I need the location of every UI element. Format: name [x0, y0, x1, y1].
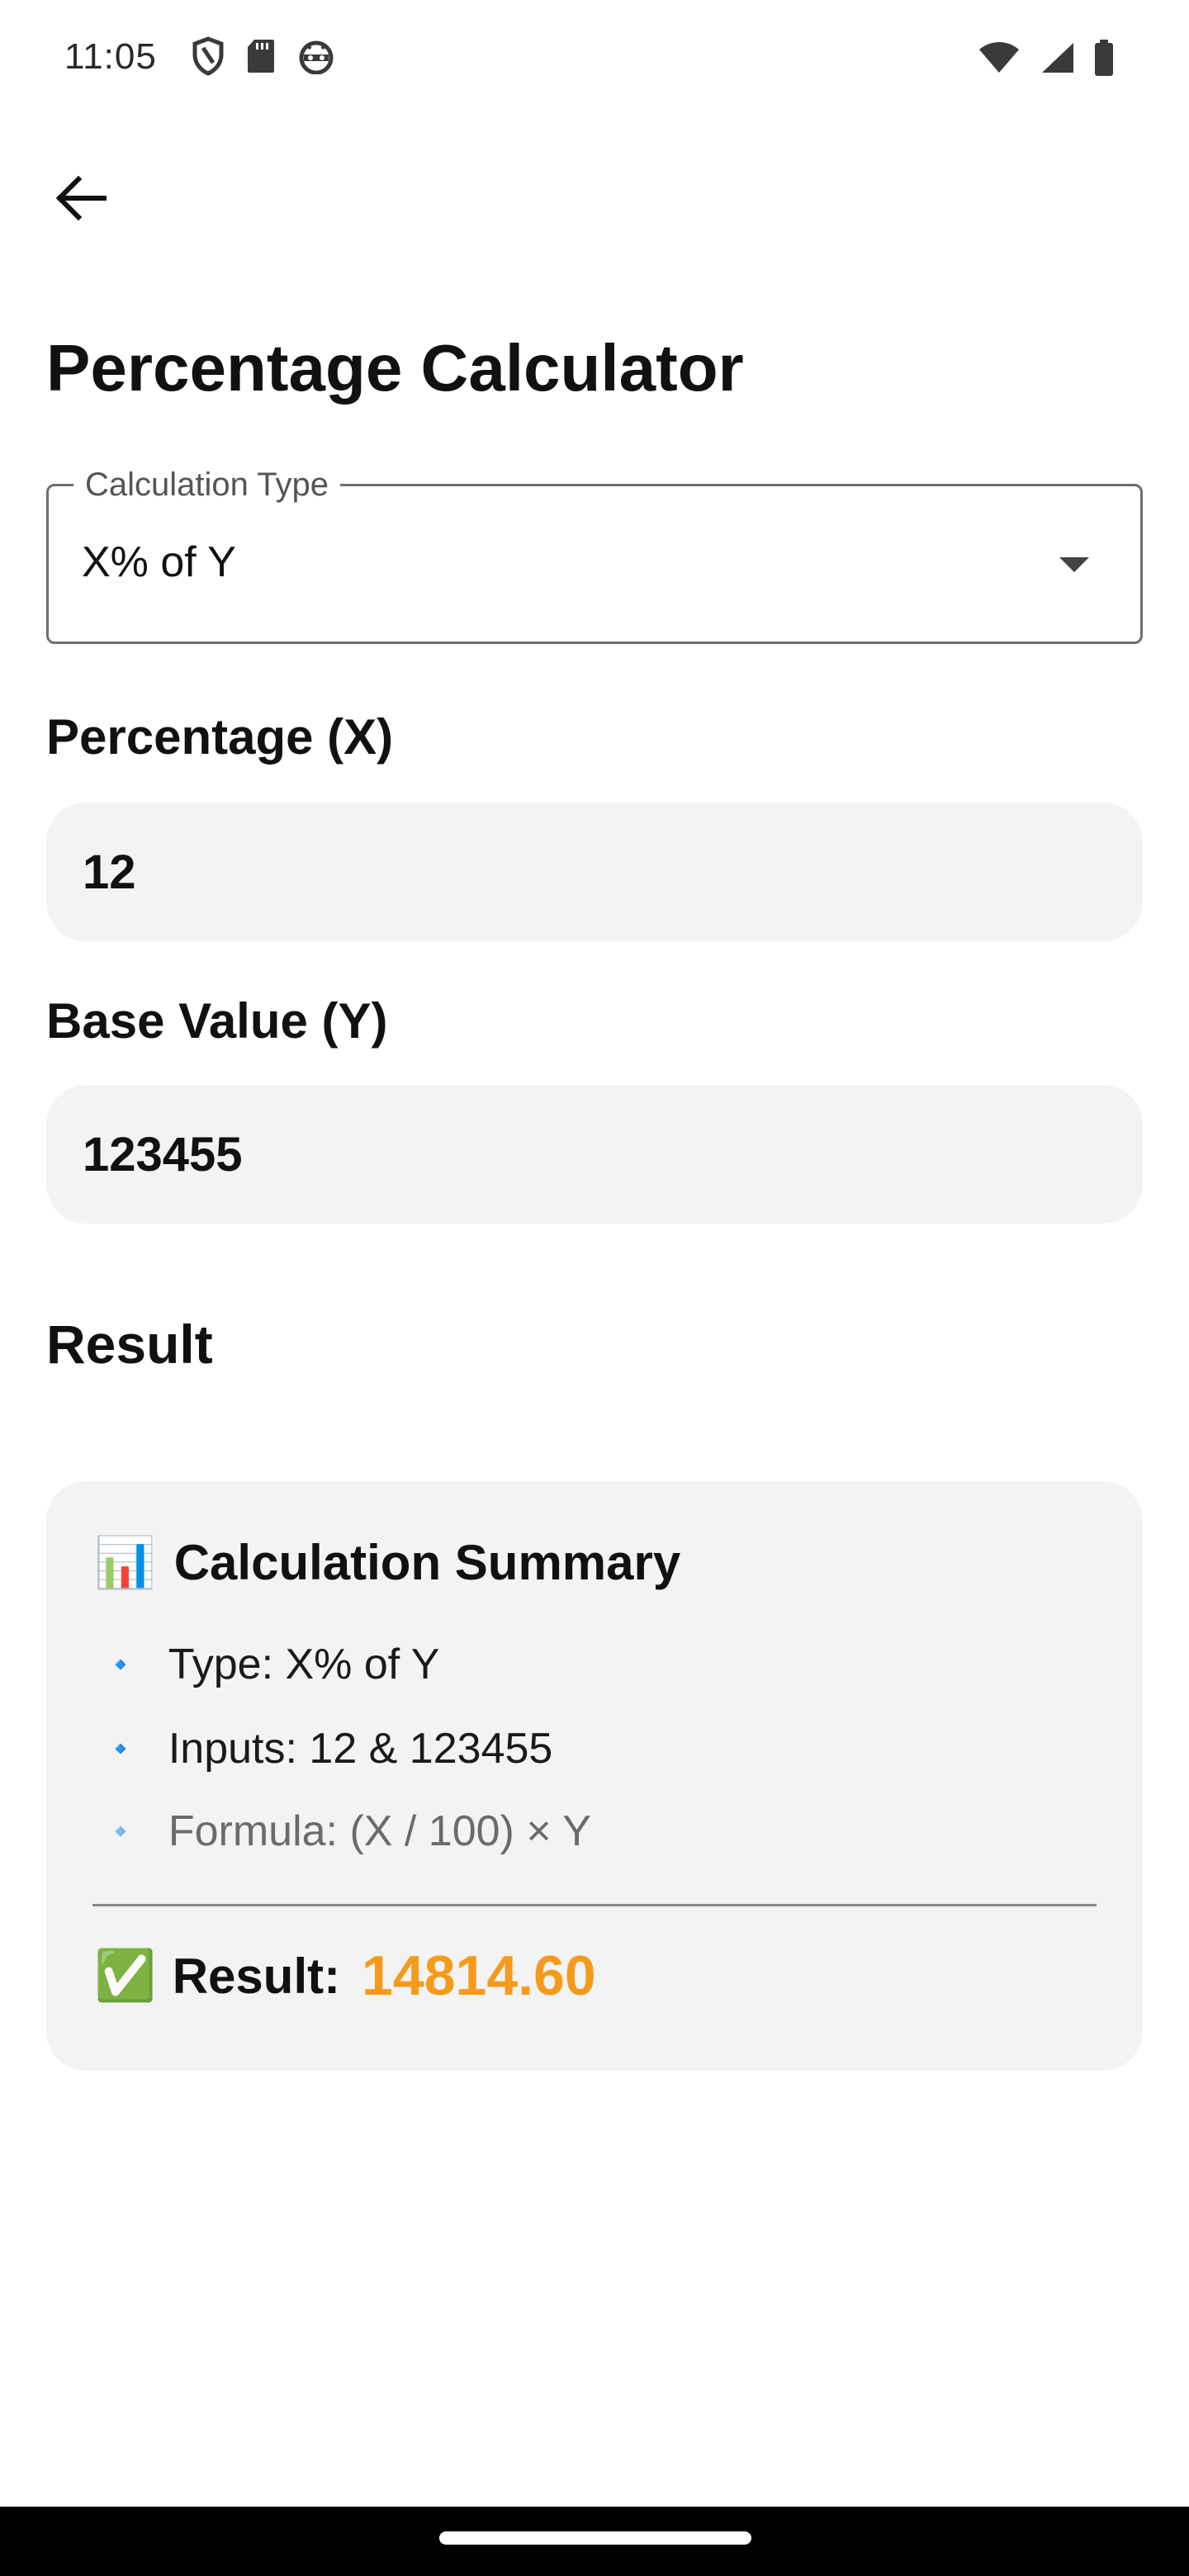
- battery-icon: [1095, 40, 1113, 76]
- status-icons-right: [978, 40, 1115, 76]
- check-mark-icon: ✅: [94, 1948, 156, 2003]
- navigation-bar: [0, 2507, 1189, 2576]
- base-value-input-value: 123455: [83, 1127, 243, 1181]
- dropdown-arrow-icon: [1059, 557, 1089, 572]
- summary-item-formula: 🔹 Formula: (X / 100) × Y: [104, 1807, 591, 1856]
- diamond-bullet-icon: 🔹: [104, 1650, 137, 1679]
- sd-card-icon: [248, 40, 274, 73]
- calculation-type-dropdown[interactable]: Calculation Type X% of Y: [46, 465, 1143, 644]
- status-bar: 11:05: [0, 0, 1189, 116]
- percentage-label: Percentage (X): [46, 709, 394, 765]
- summary-item-text: Type: X% of Y: [168, 1641, 440, 1688]
- result-heading: Result: [46, 1314, 213, 1375]
- arrow-back-icon: [55, 176, 107, 220]
- calculation-summary-card: 📊 Calculation Summary 🔹 Type: X% of Y 🔹 …: [46, 1481, 1143, 2071]
- diamond-bullet-icon: 🔹: [104, 1816, 137, 1846]
- summary-result-value: 14814.60: [362, 1944, 596, 2007]
- summary-item-text: Inputs: 12 & 123455: [168, 1725, 553, 1773]
- percentage-input[interactable]: 12: [46, 803, 1143, 941]
- page-title: Percentage Calculator: [46, 331, 744, 405]
- summary-item-inputs: 🔹 Inputs: 12 & 123455: [104, 1724, 552, 1773]
- diamond-bullet-icon: 🔹: [104, 1734, 137, 1764]
- summary-title: 📊 Calculation Summary: [94, 1534, 680, 1591]
- summary-result: ✅ Result: 14814.60: [94, 1944, 596, 2008]
- shield-icon: [192, 36, 224, 76]
- summary-result-label: Result:: [172, 1948, 341, 2004]
- status-time: 11:05: [64, 36, 157, 77]
- summary-divider: [92, 1904, 1097, 1906]
- base-value-input[interactable]: 123455: [46, 1085, 1143, 1224]
- wifi-icon: [979, 42, 1019, 73]
- home-gesture-handle[interactable]: [439, 2531, 751, 2545]
- base-value-label: Base Value (Y): [46, 993, 388, 1049]
- summary-item-text: Formula: (X / 100) × Y: [168, 1807, 591, 1855]
- summary-item-type: 🔹 Type: X% of Y: [104, 1640, 439, 1689]
- back-button[interactable]: [48, 165, 114, 231]
- summary-title-text: Calculation Summary: [173, 1535, 681, 1590]
- calculation-type-value: X% of Y: [82, 538, 236, 586]
- cell-signal-icon: [1042, 43, 1073, 73]
- calculation-type-label: Calculation Type: [73, 465, 340, 504]
- percentage-input-value: 12: [83, 845, 136, 899]
- bar-chart-icon: 📊: [94, 1534, 156, 1590]
- status-icons-left: [192, 36, 335, 76]
- android-face-icon: [299, 40, 334, 74]
